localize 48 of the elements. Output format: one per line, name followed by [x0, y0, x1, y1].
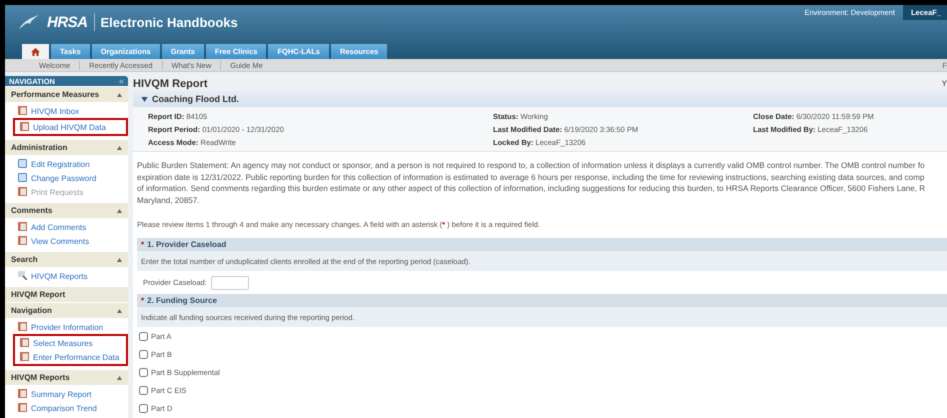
caret-icon — [117, 376, 122, 380]
nav-link[interactable]: Edit Registration — [5, 157, 128, 171]
nav-link[interactable]: View Comments — [5, 234, 128, 248]
nav-section-header[interactable]: Comments — [5, 202, 128, 218]
caseload-field[interactable] — [210, 276, 249, 290]
nav-link[interactable]: Provider Information — [5, 320, 128, 334]
organization-header[interactable]: Coaching Flood Ltd. — [133, 91, 947, 107]
question-title: 1. Provider Caseload — [147, 240, 226, 249]
caret-icon — [141, 96, 148, 102]
question-title: 2. Funding Source — [147, 296, 217, 305]
nav-section-header[interactable]: Administration — [5, 139, 128, 155]
nav-link[interactable]: Summary Report — [5, 387, 128, 401]
checkbox[interactable] — [139, 332, 148, 341]
nav-link[interactable]: Comparison Trend — [5, 401, 128, 415]
nav-link[interactable]: Enter Performance Data — [15, 350, 126, 364]
logo: HRSA — [47, 14, 88, 30]
required-mark: * — [141, 240, 144, 249]
home-tab[interactable] — [22, 44, 49, 59]
required-mark: * — [141, 296, 144, 305]
page-title: HIVQM Report — [133, 78, 208, 90]
nav-link[interactable]: HIVQM Inbox — [5, 104, 128, 118]
nav-link[interactable]: Select Measures — [15, 336, 126, 350]
app-title: Electronic Handbooks — [100, 14, 238, 30]
caret-icon — [117, 258, 122, 262]
caret-icon — [117, 308, 122, 312]
nav-link[interactable]: Add Comments — [5, 220, 128, 234]
nav-link[interactable]: Change Password — [5, 171, 128, 185]
caret-icon — [117, 146, 122, 150]
eagle-icon — [17, 13, 41, 31]
burden-statement: Public Burden Statement: An agency may not conduct or sponsor, and a person is not required to respond to, a collection of information unless it displays a currently valid OMB control number. The OMB control number fo expiration date is 12/31/2022. Public reporting burden for this collection of information is estimated to average 6 hours per response, including the time for reviewing instructions, searching existing data sources, and comp of information. Send comments regarding this burden estimate or any other aspect of this collection of information, including suggestions for reducing this burden, to HRSA Reports Clearance Officer, 5600 Fishers Lane, R Maryland, 20857. — [137, 160, 926, 206]
collapse-button[interactable]: « — [118, 76, 124, 86]
checkbox[interactable] — [139, 368, 148, 377]
truncated-text: Y — [942, 79, 947, 88]
nav-link[interactable]: HIVQM Reports — [5, 269, 128, 283]
checkbox[interactable] — [139, 350, 148, 359]
nav-section-header[interactable]: HIVQM Reports — [5, 369, 128, 385]
nav-section-header[interactable]: HIVQM Report — [5, 286, 128, 302]
checkbox[interactable] — [139, 404, 148, 413]
nav-section-header[interactable]: Search — [5, 251, 128, 267]
nav-link[interactable]: Upload HIVQM Data — [15, 120, 126, 134]
home-icon — [31, 48, 40, 56]
caret-icon — [117, 208, 122, 212]
search-icon — [18, 270, 27, 280]
nav-section-header[interactable]: Navigation — [5, 302, 128, 318]
caret-icon — [117, 92, 122, 96]
document-icon — [18, 186, 27, 196]
nav-section-header[interactable]: Performance Measures — [5, 86, 128, 102]
checkbox[interactable] — [139, 386, 148, 395]
